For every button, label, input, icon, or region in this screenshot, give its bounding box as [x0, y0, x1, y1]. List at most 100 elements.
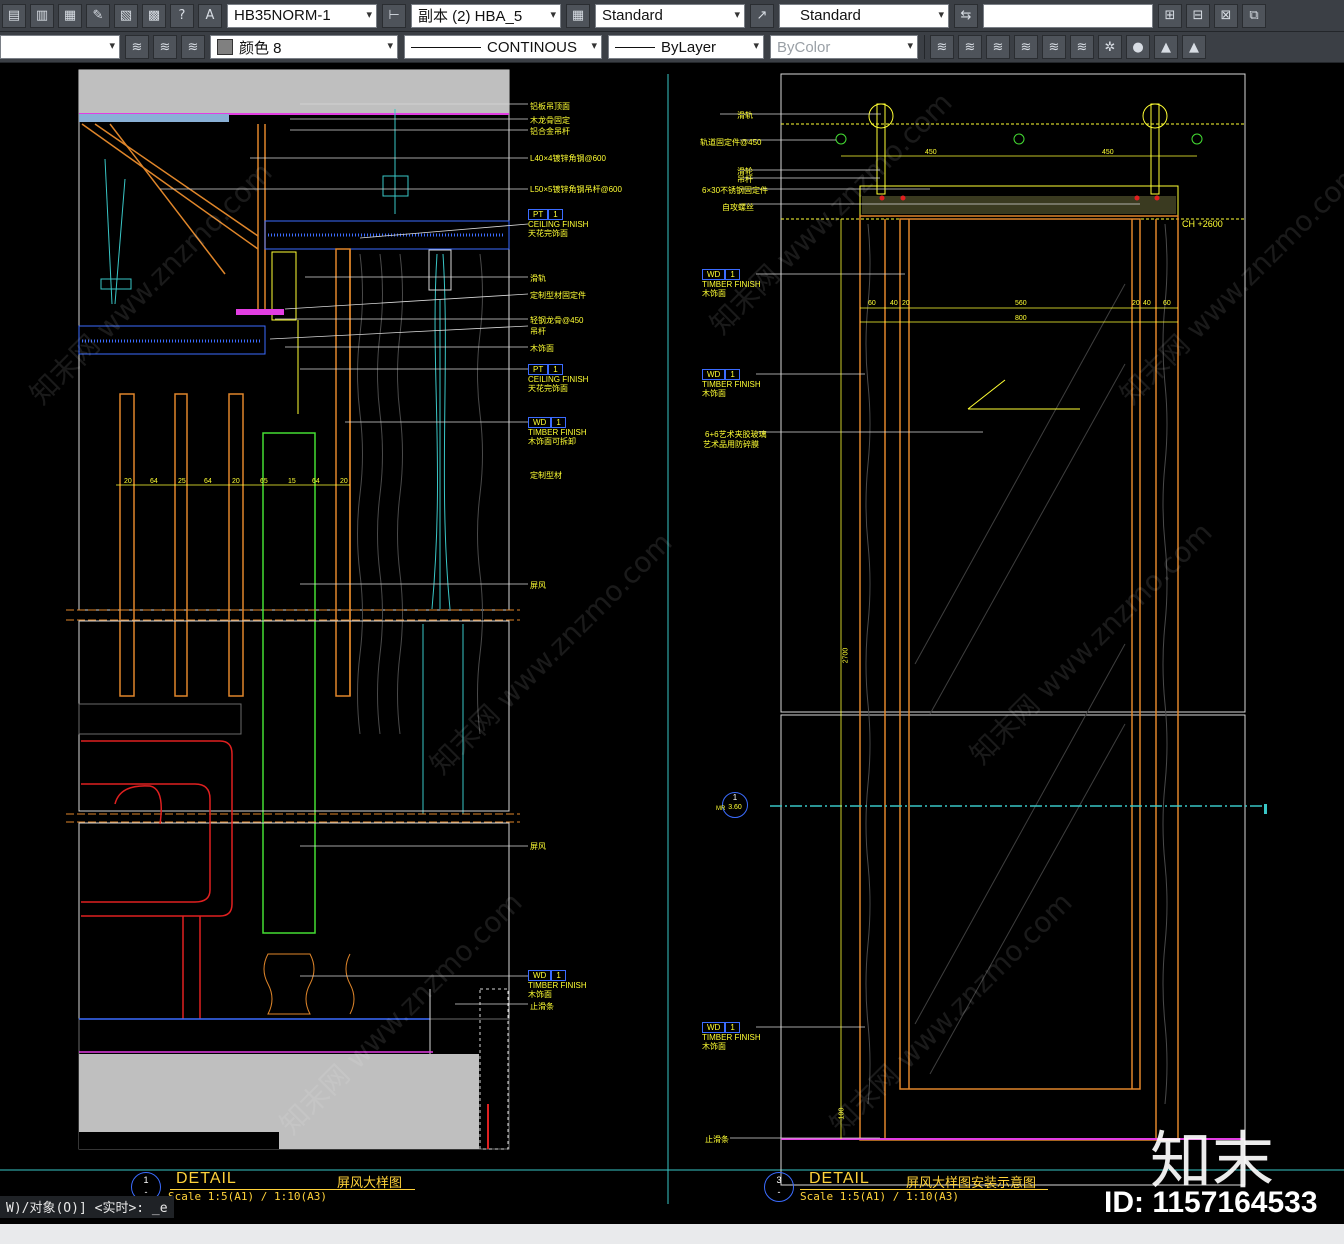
dimension-text: 64	[204, 478, 212, 485]
color-combo[interactable]: 颜色 8 ▾	[210, 35, 398, 59]
finish-tag: WD 1 TIMBER FINISH 木饰面	[702, 369, 761, 398]
image-id: ID: 1157164533	[1104, 1186, 1318, 1219]
text-style-icon[interactable]: A	[198, 3, 222, 28]
chevron-down-icon: ▾	[387, 39, 393, 52]
help-icon[interactable]: ?	[170, 3, 194, 28]
chevron-down-icon: ▾	[907, 39, 913, 52]
dimension-text: 20	[340, 478, 348, 485]
layer-on-icon[interactable]: ≋	[958, 35, 982, 59]
chevron-down-icon: ▾	[550, 7, 556, 21]
left-label: 屏风	[530, 581, 546, 590]
tag-text: CEILING FINISH	[528, 375, 589, 384]
table-style-combo[interactable]: Standard ▾	[595, 3, 745, 28]
layer-previous-icon[interactable]: ≋	[181, 35, 205, 59]
lineweight-line	[615, 46, 655, 48]
detail-frame-top	[78, 69, 510, 611]
unlock-icon[interactable]: ▲	[1182, 35, 1206, 59]
paste-icon[interactable]: ▧	[114, 3, 138, 28]
grid-icon[interactable]: ▦	[58, 3, 82, 28]
lineweight-value: ByLayer	[661, 38, 717, 56]
detail-3-num: 3	[776, 1175, 782, 1185]
tag-num: 1	[548, 209, 563, 220]
dimension-text: 25	[178, 478, 186, 485]
layer-thaw-icon[interactable]: ≋	[986, 35, 1010, 59]
separator	[924, 35, 925, 59]
left-label: 屏风	[530, 842, 546, 851]
dim-style-icon[interactable]: ⊢	[382, 3, 406, 28]
calculator-icon[interactable]: ▩	[142, 3, 166, 28]
dimension-text: 800	[1015, 315, 1027, 322]
search-input[interactable]	[983, 3, 1153, 28]
drawing-canvas[interactable]: 铝板吊顶面 木龙骨固定 铝合金吊杆 L40×4镀锌角钢@600 L50×5镀锌角钢吊杆@…	[0, 64, 1344, 1224]
layer-walk-icon[interactable]: ⧉	[1242, 3, 1266, 28]
tag-num: 1	[725, 1022, 740, 1033]
lineweight-combo[interactable]: ByLayer ▾	[608, 35, 764, 59]
bulb-icon[interactable]: ●	[1126, 35, 1150, 59]
section-mark[interactable]: 1 3.60	[722, 792, 748, 818]
properties-toolbar-top: ▤ ▥ ▦ ✎ ▧ ▩ ? A HB35NORM-1 ▾ ⊢ 副本 (2) HBA…	[0, 0, 1344, 32]
linetype-combo[interactable]: CONTINOUS ▾	[404, 35, 602, 59]
layer-off-icon[interactable]: ≋	[930, 35, 954, 59]
dimension-text: 60	[868, 300, 876, 307]
match-layer-icon[interactable]: ≋	[153, 35, 177, 59]
text-style-combo[interactable]: HB35NORM-1 ▾	[227, 3, 377, 28]
tag-text-cn: 木饰面可拆卸	[528, 437, 576, 446]
right-label: 自攻螺丝	[722, 203, 754, 212]
dimension-text: 40	[890, 300, 898, 307]
multileader-style-combo[interactable]: Standard ▾	[779, 3, 949, 28]
detail-1-word: DETAIL	[176, 1170, 237, 1187]
dimension-text: 64	[150, 478, 158, 485]
detail-frame-middle	[78, 620, 510, 812]
tag-num: 1	[548, 364, 563, 375]
finish-tag: WD 1 TIMBER FINISH 木饰面	[528, 970, 587, 999]
linetype-value: CONTINOUS	[487, 38, 577, 56]
tag-text: CEILING FINISH	[528, 220, 589, 229]
freeze-sun-icon[interactable]: ✲	[1098, 35, 1122, 59]
tag-text: TIMBER FINISH	[702, 380, 761, 389]
layer-freeze-icon[interactable]: ⊟	[1186, 3, 1210, 28]
color-swatch	[217, 39, 233, 55]
dimension-text: 2700	[842, 647, 850, 664]
detail-3-sub: -	[777, 1187, 781, 1197]
lock-icon[interactable]: ▲	[1154, 35, 1178, 59]
tag-text-cn: 天花完饰面	[528, 384, 568, 393]
tag-text-cn: 天花完饰面	[528, 229, 568, 238]
detail-3-word: DETAIL	[809, 1170, 870, 1187]
tag-text-cn: 木饰面	[528, 990, 552, 999]
layer-isolate-icon[interactable]: ⊞	[1158, 3, 1182, 28]
dim-style-combo[interactable]: 副本 (2) HBA_5 ▾	[411, 3, 561, 28]
chevron-down-icon: ▾	[366, 7, 372, 21]
dimension-text: 20	[1132, 300, 1140, 307]
layers-icon[interactable]: ▥	[30, 3, 54, 28]
table-style-icon[interactable]: ▦	[566, 3, 590, 28]
door-frame	[859, 215, 1179, 1141]
chevron-down-icon: ▾	[591, 39, 597, 52]
chevron-down-icon: ▾	[109, 39, 115, 52]
chevron-down-icon: ▾	[753, 39, 759, 52]
finish-tag: WD 1 TIMBER FINISH 木饰面	[702, 1022, 761, 1051]
dimension-text: 560	[1015, 300, 1027, 307]
make-current-icon[interactable]: ≋	[125, 35, 149, 59]
pencil-icon[interactable]: ✎	[86, 3, 110, 28]
layer-combo[interactable]: ▾	[0, 35, 120, 59]
layer-lock-icon[interactable]: ⊠	[1214, 3, 1238, 28]
finish-tag: PT 1 CEILING FINISH 天花完饰面	[528, 364, 588, 393]
tag-code: WD	[702, 369, 726, 380]
right-label: 止滑条	[705, 1135, 729, 1144]
layer-delete-icon[interactable]: ≋	[1042, 35, 1066, 59]
dim-style-value: 副本 (2) HBA_5	[418, 8, 523, 25]
save-icon[interactable]: ▤	[2, 3, 26, 28]
mleader-style-icon[interactable]: ↗	[750, 3, 774, 28]
dimension-text: 20	[902, 300, 910, 307]
section-label: MR	[716, 806, 726, 812]
section-ref: 3.60	[728, 804, 742, 811]
layer-merge-icon[interactable]: ≋	[1014, 35, 1038, 59]
layer-states-icon[interactable]: ⇆	[954, 3, 978, 28]
properties-toolbar-bottom: ▾ ≋ ≋ ≋ 颜色 8 ▾ CONTINOUS ▾ ByLayer ▾ ByColo…	[0, 32, 1344, 63]
tag-code: WD	[528, 970, 552, 981]
chevron-down-icon: ▾	[938, 7, 944, 21]
layer-change-icon[interactable]: ≋	[1070, 35, 1094, 59]
left-label: 滑轨	[530, 274, 546, 283]
tag-code: PT	[528, 209, 549, 220]
command-line[interactable]: W)/对象(O)] <实时>: _e	[0, 1196, 174, 1218]
